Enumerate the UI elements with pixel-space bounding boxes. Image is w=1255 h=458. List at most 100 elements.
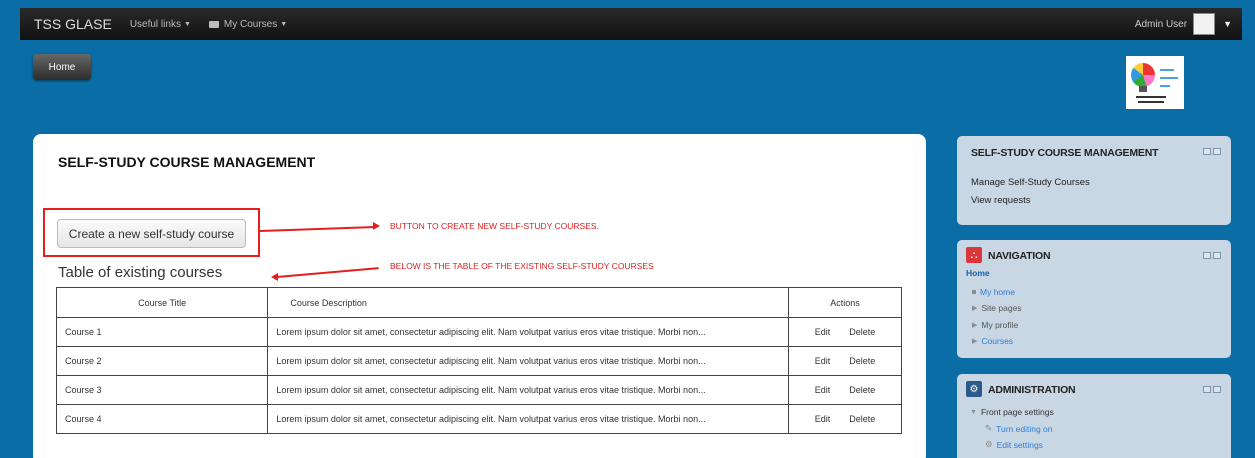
logo-text-line — [1160, 69, 1174, 71]
briefcase-icon — [208, 20, 219, 28]
navigation-block: ⛬ NAVIGATION Home My home ▶ Site pages ▶… — [957, 240, 1231, 358]
user-menu[interactable]: Admin User ▼ — [1135, 8, 1242, 40]
chevron-down-icon: ▼ — [183, 20, 191, 28]
view-requests-link[interactable]: View requests — [971, 195, 1031, 206]
delete-link[interactable]: Delete — [849, 327, 875, 337]
course-title-cell: Course 4 — [55, 404, 269, 434]
column-header-description: Course Description — [267, 287, 790, 318]
useful-links-label: Useful links — [129, 18, 181, 30]
my-courses-menu[interactable]: My Courses ▼ — [208, 18, 287, 30]
turn-editing-on-link[interactable]: ✎ Turn editing on — [985, 423, 1053, 434]
block-controls — [1203, 386, 1221, 393]
create-course-button[interactable]: Create a new self-study course — [57, 219, 246, 248]
column-header-title: Course Title — [55, 287, 269, 318]
nav-item-label: My profile — [981, 320, 1019, 330]
course-title-cell: Course 2 — [55, 346, 269, 376]
admin-item-label: Edit settings — [996, 439, 1043, 450]
course-title-cell: Course 1 — [55, 317, 269, 347]
table-row: Course 3 Lorem ipsum dolor sit amet, con… — [55, 375, 902, 405]
nav-home-link[interactable]: Home — [966, 268, 990, 278]
lightbulb-logo-icon — [1131, 63, 1155, 87]
administration-block: ⚙ ADMINISTRATION ▼ Front page settings ✎… — [957, 374, 1231, 458]
collapse-icon[interactable] — [1203, 148, 1211, 155]
edit-link[interactable]: Edit — [815, 356, 831, 366]
logo-caption-line — [1136, 96, 1166, 98]
edit-settings-link[interactable]: ⚙ Edit settings — [985, 439, 1043, 450]
admin-item-label: Front page settings — [980, 407, 1054, 417]
triangle-right-icon: ▶ — [972, 305, 978, 312]
course-description-cell: Lorem ipsum dolor sit amet, consectetur … — [267, 375, 790, 405]
delete-link[interactable]: Delete — [849, 356, 875, 366]
edit-link[interactable]: Edit — [815, 385, 831, 395]
arrow-right-icon — [373, 222, 380, 230]
table-row: Course 2 Lorem ipsum dolor sit amet, con… — [55, 346, 902, 376]
table-row: Course 1 Lorem ipsum dolor sit amet, con… — [55, 317, 902, 347]
my-courses-label: My Courses — [223, 18, 278, 30]
dock-icon[interactable] — [1213, 252, 1221, 259]
navigation-block-title: NAVIGATION — [988, 250, 1051, 262]
annotation-button-text: BUTTON TO CREATE NEW SELF-STUDY COURSES. — [390, 221, 599, 231]
delete-link[interactable]: Delete — [849, 414, 875, 424]
home-button[interactable]: Home — [33, 54, 91, 80]
nav-item-my-home[interactable]: My home — [972, 287, 1015, 297]
nav-item-label: Site pages — [981, 303, 1022, 313]
table-title: Table of existing courses — [58, 264, 223, 281]
lightbulb-base — [1139, 86, 1147, 92]
courses-table: Course Title Course Description Actions … — [55, 287, 902, 434]
edit-link[interactable]: Edit — [815, 327, 831, 337]
gears-icon: ⚙ — [966, 381, 982, 397]
site-brand[interactable]: TSS GLASE — [34, 16, 112, 32]
admin-item-label: Turn editing on — [996, 423, 1053, 434]
site-logo — [1126, 56, 1184, 109]
course-description-cell: Lorem ipsum dolor sit amet, consectetur … — [267, 404, 790, 434]
triangle-down-icon: ▼ — [970, 408, 977, 416]
dock-icon[interactable] — [1213, 386, 1221, 393]
main-content-panel: SELF-STUDY COURSE MANAGEMENT Create a ne… — [33, 134, 926, 458]
triangle-right-icon: ▶ — [972, 322, 978, 329]
page-title: SELF-STUDY COURSE MANAGEMENT — [58, 154, 316, 170]
column-header-actions: Actions — [788, 287, 902, 318]
bullet-icon — [972, 290, 976, 294]
management-block-title: SELF-STUDY COURSE MANAGEMENT — [971, 147, 1159, 159]
chevron-down-icon[interactable]: ▼ — [1223, 19, 1232, 29]
administration-block-title: ADMINISTRATION — [988, 384, 1076, 396]
edit-link[interactable]: Edit — [815, 414, 831, 424]
block-controls — [1203, 148, 1221, 155]
nav-item-label: My home — [980, 287, 1015, 297]
admin-front-page-settings[interactable]: ▼ Front page settings — [970, 407, 1054, 417]
top-navbar: TSS GLASE Useful links ▼ My Courses ▼ Ad… — [20, 8, 1242, 40]
pencil-icon: ✎ — [985, 423, 993, 433]
table-header-row: Course Title Course Description Actions — [55, 287, 902, 318]
dock-icon[interactable] — [1213, 148, 1221, 155]
delete-link[interactable]: Delete — [849, 385, 875, 395]
course-title-cell: Course 3 — [55, 375, 269, 405]
annotation-arrow-line — [259, 225, 376, 232]
sitemap-icon: ⛬ — [966, 247, 982, 263]
useful-links-menu[interactable]: Useful links ▼ — [130, 19, 191, 30]
actions-cell: Edit Delete — [788, 346, 902, 376]
avatar[interactable] — [1193, 13, 1216, 35]
actions-cell: Edit Delete — [788, 404, 902, 434]
actions-cell: Edit Delete — [788, 317, 902, 347]
nav-item-label: Courses — [981, 336, 1014, 346]
logo-caption-line — [1138, 101, 1164, 103]
collapse-icon[interactable] — [1203, 252, 1211, 259]
nav-item-site-pages[interactable]: ▶ Site pages — [972, 303, 1022, 313]
annotation-arrow-line — [276, 267, 379, 278]
logo-text-line — [1160, 85, 1170, 87]
course-description-cell: Lorem ipsum dolor sit amet, consectetur … — [267, 346, 790, 376]
nav-item-courses[interactable]: ▶ Courses — [972, 336, 1013, 346]
manage-courses-link[interactable]: Manage Self-Study Courses — [971, 177, 1090, 188]
block-controls — [1203, 252, 1221, 259]
course-description-cell: Lorem ipsum dolor sit amet, consectetur … — [267, 317, 790, 347]
management-block: SELF-STUDY COURSE MANAGEMENT Manage Self… — [957, 136, 1231, 225]
actions-cell: Edit Delete — [788, 375, 902, 405]
triangle-right-icon: ▶ — [972, 338, 978, 345]
nav-item-my-profile[interactable]: ▶ My profile — [972, 320, 1018, 330]
annotation-table-text: BELOW IS THE TABLE OF THE EXISTING SELF-… — [390, 261, 654, 271]
user-name[interactable]: Admin User — [1135, 19, 1187, 30]
collapse-icon[interactable] — [1203, 386, 1211, 393]
table-row: Course 4 Lorem ipsum dolor sit amet, con… — [55, 404, 902, 434]
gear-icon: ⚙ — [985, 439, 993, 449]
logo-text-line — [1160, 77, 1178, 79]
